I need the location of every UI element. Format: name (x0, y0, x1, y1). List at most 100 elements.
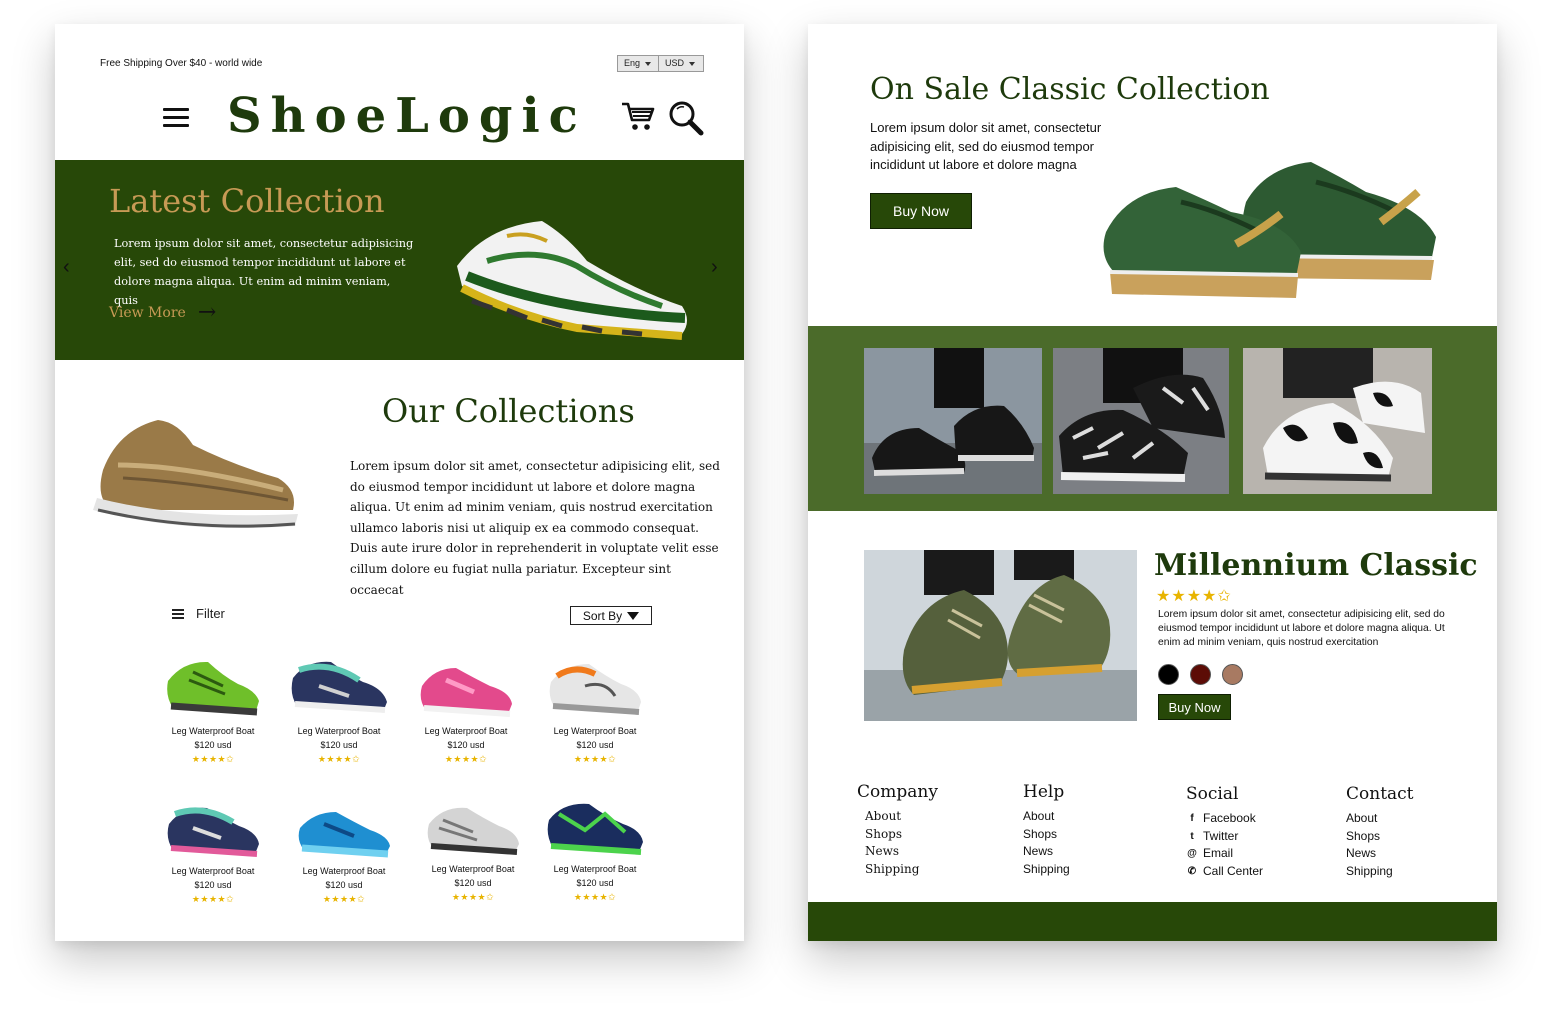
featured-product-rating: ★★★★✩ (1156, 588, 1232, 605)
product-name: Leg Waterproof Boat (424, 726, 508, 736)
carousel-next-icon[interactable]: › (711, 256, 718, 279)
footer-contact-column: Contact About Shops News Shipping (1346, 784, 1414, 880)
gallery-image-cow-print-sneakers[interactable] (1243, 348, 1432, 494)
footer-link-news[interactable]: News (1023, 843, 1070, 861)
collections-title: Our Collections (382, 392, 635, 430)
color-swatch-black[interactable] (1158, 664, 1179, 685)
product-page-mockup: On Sale Classic Collection Lorem ipsum d… (808, 24, 1497, 941)
color-swatch-tan[interactable] (1222, 664, 1243, 685)
facebook-icon: f (1190, 813, 1194, 824)
footer-bar (808, 902, 1497, 941)
footer-link-shipping[interactable]: Shipping (1346, 863, 1414, 881)
product-rating: ★★★★✩ (573, 892, 617, 902)
caret-down-icon (645, 61, 652, 66)
footer-link-label: Twitter (1203, 828, 1239, 843)
footer-link-shops[interactable]: Shops (857, 826, 938, 844)
caret-down-icon (689, 61, 696, 66)
product-name: Leg Waterproof Boat (297, 726, 381, 736)
product-name: Leg Waterproof Boat (171, 866, 255, 876)
gallery-image-patterned-sneakers[interactable] (1053, 348, 1229, 494)
site-logo[interactable]: ShoeLogic (227, 88, 587, 144)
hero-shoe-image (457, 221, 687, 340)
product-rating: ★★★★✩ (573, 754, 617, 764)
product-price: $120 usd (576, 740, 614, 750)
product-card[interactable]: Leg Waterproof Boat $120 usd ★★★★✩ (284, 800, 404, 905)
footer-link-email[interactable]: @ Email (1186, 845, 1263, 863)
product-price: $120 usd (447, 740, 485, 750)
product-card[interactable]: Leg Waterproof Boat $120 usd ★★★★✩ (153, 800, 273, 905)
language-value: Eng (624, 58, 641, 68)
footer-link-label: Email (1203, 846, 1234, 860)
search-icon[interactable] (668, 100, 704, 136)
product-name: Leg Waterproof Boat (431, 864, 515, 874)
color-swatches (1158, 664, 1243, 685)
footer-link-label: Facebook (1203, 811, 1256, 825)
featured-buy-now-button[interactable]: Buy Now (1158, 694, 1231, 720)
product-name: Leg Waterproof Boat (553, 864, 637, 874)
shoe-gallery (808, 326, 1497, 511)
footer-heading: Help (1023, 782, 1065, 802)
filter-label: Filter (196, 606, 225, 621)
product-card[interactable]: Leg Waterproof Boat $120 usd ★★★★✩ (153, 656, 273, 765)
gold-sneaker-image (93, 420, 298, 528)
sort-by-dropdown[interactable]: Sort By (570, 606, 652, 625)
product-image (167, 661, 259, 716)
footer-social-column: Social f Facebook t Twitter @ Email ✆ Call C… (1186, 784, 1263, 880)
footer-link-shops[interactable]: Shops (1023, 826, 1070, 844)
phone-icon: ✆ (1187, 865, 1197, 877)
product-image (547, 803, 643, 855)
footer-link-twitter[interactable]: t Twitter (1186, 828, 1263, 846)
product-rating: ★★★★✩ (191, 754, 235, 764)
sale-description: Lorem ipsum dolor sit amet, consectetur … (870, 120, 1102, 172)
footer-link-about[interactable]: About (857, 808, 938, 826)
carousel-prev-icon[interactable]: ‹ (63, 256, 70, 279)
product-image (549, 664, 641, 715)
footer-link-about[interactable]: About (1023, 808, 1070, 826)
millennium-classic-photo (864, 550, 1137, 721)
cart-icon[interactable] (621, 100, 655, 132)
product-rating: ★★★★✩ (191, 894, 235, 904)
footer-link-call-center[interactable]: ✆ Call Center (1186, 863, 1263, 881)
product-card[interactable]: Leg Waterproof Boat $120 usd ★★★★✩ (406, 656, 526, 765)
caret-down-icon (627, 611, 640, 620)
twitter-icon: t (1190, 830, 1194, 842)
product-name: Leg Waterproof Boat (171, 726, 255, 736)
menu-icon[interactable] (163, 108, 189, 128)
product-card[interactable]: Leg Waterproof Boat $120 usd ★★★★✩ (413, 800, 533, 903)
product-price: $120 usd (576, 878, 614, 888)
arrow-right-icon: → (197, 300, 217, 325)
buy-now-button[interactable]: Buy Now (870, 193, 972, 229)
currency-select[interactable]: USD (659, 55, 704, 72)
footer-link-news[interactable]: News (1346, 845, 1414, 863)
view-more-link[interactable]: View More → (109, 300, 217, 325)
product-rating: ★★★★✩ (317, 754, 361, 764)
footer-link-about[interactable]: About (1346, 810, 1414, 828)
product-price: $120 usd (325, 880, 363, 890)
homepage-mockup: Free Shipping Over $40 - world wide Eng … (55, 24, 744, 941)
product-card[interactable]: Leg Waterproof Boat $120 usd ★★★★✩ (279, 656, 399, 765)
footer-link-shops[interactable]: Shops (1346, 828, 1414, 846)
footer-link-facebook[interactable]: f Facebook (1186, 810, 1263, 828)
footer-link-shipping[interactable]: Shipping (857, 861, 938, 879)
product-rating: ★★★★✩ (444, 754, 488, 764)
product-price: $120 usd (194, 740, 232, 750)
footer-link-news[interactable]: News (857, 843, 938, 861)
product-card[interactable]: Leg Waterproof Boat $120 usd ★★★★✩ (535, 656, 655, 765)
language-select[interactable]: Eng (617, 55, 659, 72)
product-rating: ★★★★✩ (322, 894, 366, 904)
footer-heading: Contact (1346, 784, 1414, 804)
featured-product-description: Lorem ipsum dolor sit amet, consectetur … (1158, 609, 1445, 648)
collections-description: Lorem ipsum dolor sit amet, consectetur … (350, 459, 720, 597)
product-price: $120 usd (194, 880, 232, 890)
product-rating: ★★★★✩ (451, 892, 495, 902)
product-name: Leg Waterproof Boat (553, 726, 637, 736)
currency-value: USD (665, 58, 685, 68)
featured-product-title: Millennium Classic (1154, 548, 1478, 583)
footer-link-shipping[interactable]: Shipping (1023, 861, 1070, 879)
gallery-image-black-sneakers[interactable] (864, 348, 1042, 494)
green-sneakers-image (1103, 162, 1436, 298)
footer-heading: Social (1186, 784, 1239, 804)
filter-button[interactable]: Filter (172, 606, 225, 621)
color-swatch-maroon[interactable] (1190, 664, 1211, 685)
product-card[interactable]: Leg Waterproof Boat $120 usd ★★★★✩ (535, 800, 655, 903)
